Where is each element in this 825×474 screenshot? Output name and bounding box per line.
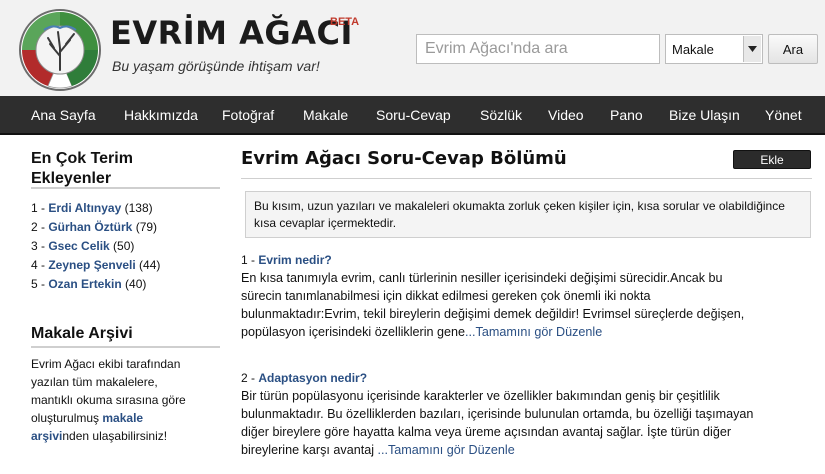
- chevron-down-icon: [748, 46, 757, 52]
- term-count: (44): [135, 258, 161, 272]
- rank-label: 2 -: [31, 220, 49, 234]
- nav-item-sozluk[interactable]: Sözlük: [480, 107, 522, 123]
- answer-excerpt: Bir türün popülasyonu içerisinde karakte…: [241, 387, 816, 459]
- question-number: 2 -: [241, 371, 259, 385]
- list-item: 2 - Gürhan Öztürk (79): [31, 218, 231, 237]
- site-slogan: Bu yaşam görüşünde ihtişam var!: [112, 58, 320, 74]
- add-button[interactable]: Ekle: [733, 150, 811, 169]
- evrim-agaci-logo-icon[interactable]: [18, 8, 102, 92]
- answer-line: bireylerine karşı avantaj ...Tamamını gö…: [241, 441, 816, 459]
- nav-item-bize-ulasin[interactable]: Bize Ulaşın: [669, 107, 740, 123]
- contributor-link[interactable]: Zeynep Şenveli: [48, 258, 135, 272]
- edit-link[interactable]: Düzenle: [469, 443, 515, 457]
- read-more-link[interactable]: ...Tamamını gör: [465, 325, 553, 339]
- answer-line: En kısa tanımıyla evrim, canlı türlerini…: [241, 271, 723, 285]
- intro-box: Bu kısım, uzun yazıları ve makaleleri ok…: [245, 191, 811, 238]
- top-contributors-title-line2: Ekleyenler: [31, 170, 112, 187]
- rank-label: 4 -: [31, 258, 49, 272]
- section-divider: [31, 187, 220, 189]
- section-divider: [31, 346, 220, 348]
- nav-item-hakkimizda[interactable]: Hakkımızda: [124, 107, 198, 123]
- search-scope-select[interactable]: Makale: [665, 34, 763, 64]
- term-count: (79): [132, 220, 158, 234]
- question-item: 2 - Adaptasyon nedir? Bir türün popülasy…: [241, 369, 816, 459]
- page-title: Evrim Ağacı Soru-Cevap Bölümü: [241, 148, 567, 169]
- contributor-link[interactable]: Ozan Ertekin: [48, 277, 121, 291]
- answer-line: sürecin tanımlanabilmesi için dikkat edi…: [241, 289, 651, 303]
- search-input[interactable]: [416, 34, 660, 64]
- answer-line: bulunmaktadır:Evrim, tekil bireylerin de…: [241, 307, 745, 321]
- list-item: 3 - Gsec Celik (50): [31, 237, 231, 256]
- answer-line-text: popülasyon içerisindeki özelliklerin gen…: [241, 325, 466, 339]
- term-count: (50): [109, 239, 135, 253]
- answer-excerpt: En kısa tanımıyla evrim, canlı türlerini…: [241, 269, 816, 341]
- nav-item-pano[interactable]: Pano: [610, 107, 643, 123]
- top-contributors-title-line1: En Çok Terim: [31, 150, 133, 167]
- nav-item-ana-sayfa[interactable]: Ana Sayfa: [31, 107, 96, 123]
- article-archive-title: Makale Arşivi: [31, 325, 133, 342]
- contributor-link[interactable]: Gürhan Öztürk: [48, 220, 132, 234]
- search-button[interactable]: Ara: [768, 34, 818, 64]
- question-link[interactable]: Adaptasyon nedir?: [258, 371, 367, 385]
- list-item: 1 - Erdi Altınyay (138): [31, 199, 231, 218]
- top-contributors-list: 1 - Erdi Altınyay (138) 2 - Gürhan Öztür…: [31, 199, 231, 294]
- answer-line-text: bireylerine karşı avantaj: [241, 443, 374, 457]
- contributor-link[interactable]: Gsec Celik: [48, 239, 109, 253]
- title-divider: [241, 178, 812, 179]
- rank-label: 5 -: [31, 277, 49, 291]
- term-count: (40): [121, 277, 147, 291]
- nav-item-fotograf[interactable]: Fotoğraf: [222, 107, 274, 123]
- beta-badge: BETA: [330, 16, 360, 28]
- article-archive-text: Evrim Ağacı ekibi tarafından yazılan tüm…: [31, 355, 203, 445]
- term-count: (138): [121, 201, 153, 215]
- edit-link[interactable]: Düzenle: [556, 325, 602, 339]
- rank-label: 1 -: [31, 201, 49, 215]
- archive-text-after: nden ulaşabilirsiniz!: [62, 429, 168, 443]
- contributor-link[interactable]: Erdi Altınyay: [48, 201, 121, 215]
- answer-line: bulunmaktadır. Bu özelliklerden bazıları…: [241, 407, 754, 421]
- question-number: 1 -: [241, 253, 259, 267]
- main-navigation: Ana Sayfa Hakkımızda Fotoğraf Makale Sor…: [0, 96, 825, 135]
- nav-item-yonet[interactable]: Yönet: [765, 107, 802, 123]
- rank-label: 3 -: [31, 239, 49, 253]
- answer-line: popülasyon içerisindeki özelliklerin gen…: [241, 323, 816, 341]
- question-link[interactable]: Evrim nedir?: [258, 253, 331, 267]
- nav-item-video[interactable]: Video: [548, 107, 584, 123]
- dropdown-arrow-button[interactable]: [743, 36, 761, 62]
- answer-line: diğer bireylere göre hayatta kalma veya …: [241, 425, 732, 439]
- nav-item-makale[interactable]: Makale: [303, 107, 348, 123]
- list-item: 4 - Zeynep Şenveli (44): [31, 256, 231, 275]
- question-item: 1 - Evrim nedir? En kısa tanımıyla evrim…: [241, 251, 816, 341]
- top-contributors-title: En Çok Terim Ekleyenler: [31, 149, 133, 189]
- nav-item-soru-cevap[interactable]: Soru-Cevap: [376, 107, 451, 123]
- read-more-link[interactable]: ...Tamamını gör: [378, 443, 466, 457]
- search-scope-value: Makale: [672, 42, 714, 57]
- site-header: EVRİM AĞACI BETA Bu yaşam görüşünde ihti…: [0, 0, 825, 96]
- list-item: 5 - Ozan Ertekin (40): [31, 275, 231, 294]
- site-brand-title[interactable]: EVRİM AĞACI: [110, 14, 353, 52]
- answer-line: Bir türün popülasyonu içerisinde karakte…: [241, 389, 720, 403]
